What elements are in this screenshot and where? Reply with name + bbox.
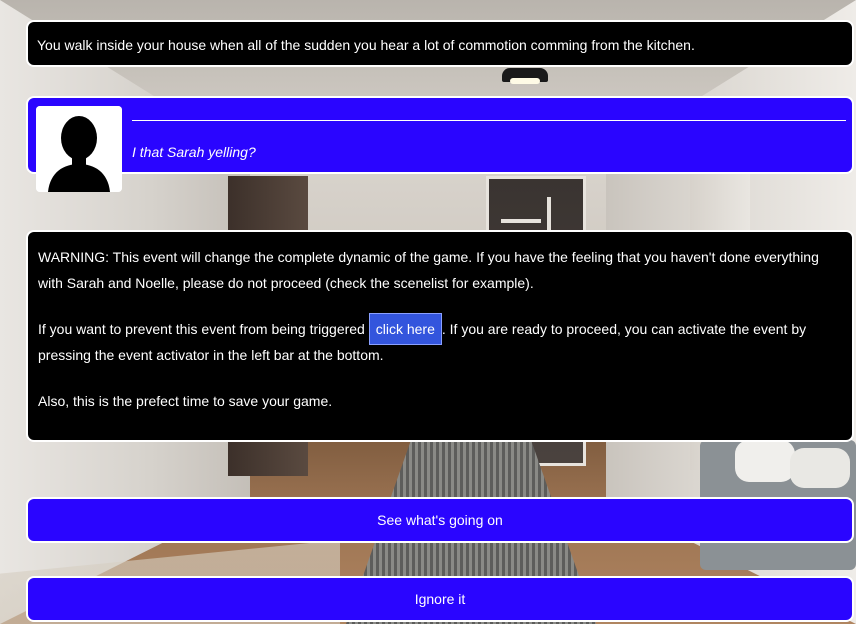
warning-paragraph: WARNING: This event will change the comp… — [38, 249, 819, 291]
pillow — [790, 448, 850, 488]
silhouette-avatar-icon — [36, 106, 122, 192]
dialog-box: I that Sarah yelling? — [26, 96, 854, 192]
prevent-event-link[interactable]: click here — [368, 313, 442, 345]
choice-see-whats-going-on-button[interactable]: See what's going on — [26, 497, 854, 543]
narration-text: You walk inside your house when all of t… — [37, 37, 695, 53]
dialog-line: I that Sarah yelling? — [132, 144, 256, 160]
dialog-divider — [132, 120, 846, 121]
save-hint: Also, this is the prefect time to save y… — [38, 393, 333, 409]
warning-paragraph-link: If you want to prevent this event from b… — [38, 313, 842, 368]
narration-box: You walk inside your house when all of t… — [26, 20, 854, 67]
warning-text: If you want to prevent this event from b… — [38, 321, 365, 337]
warning-box: WARNING: This event will change the comp… — [26, 230, 854, 442]
ceiling-lamp — [502, 68, 548, 84]
pillow — [735, 440, 795, 482]
choice-ignore-button[interactable]: Ignore it — [26, 576, 854, 622]
